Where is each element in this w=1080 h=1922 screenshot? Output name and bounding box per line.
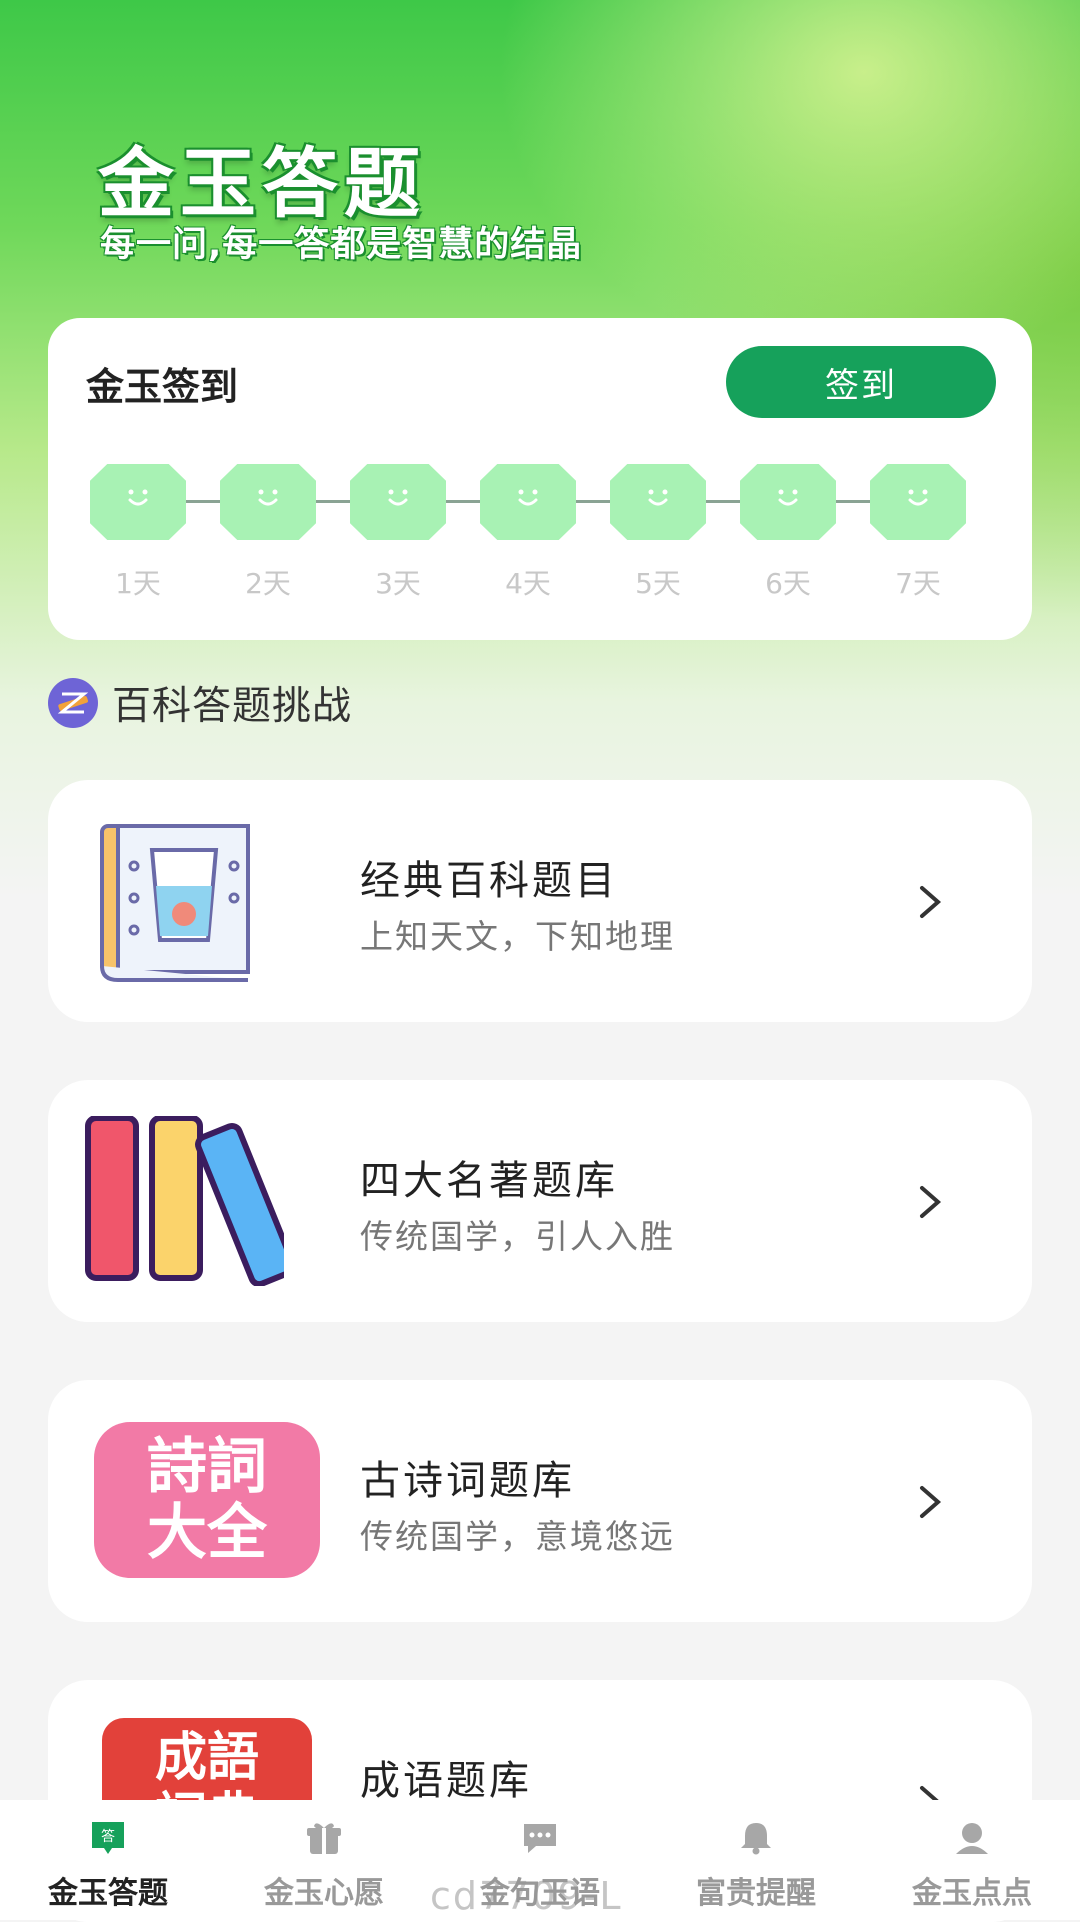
quiz-title: 古诗词题库	[360, 1458, 575, 1504]
day-label: 3天	[375, 567, 421, 600]
checkin-title: 金玉签到	[86, 365, 239, 409]
tab-label: 金玉答题	[48, 1876, 168, 1911]
day-label: 7天	[895, 567, 941, 600]
quiz-card-poetry[interactable]: 詩詞 大全 古诗词题库 传统国学，意境悠远	[48, 1380, 1032, 1622]
day-label: 1天	[115, 567, 161, 600]
pencil-badge-icon	[48, 678, 98, 728]
day-badge-4	[480, 464, 576, 540]
checkin-card: 金玉签到 签到 1天 2天 3天 4天 5天 6天 7天	[48, 318, 1032, 640]
tab-label: 金玉心愿	[264, 1876, 384, 1911]
answer-icon: 答	[92, 1822, 124, 1854]
gift-icon	[307, 1823, 341, 1854]
day-badge-2	[220, 464, 316, 540]
thumb-line: 成語	[154, 1727, 259, 1788]
tab-label: 富贵提醒	[696, 1876, 816, 1911]
quiz-desc: 传统国学，意境悠远	[360, 1517, 675, 1556]
section-title: 百科答题挑战	[112, 684, 353, 729]
quiz-card-classics[interactable]: 四大名著题库 传统国学，引人入胜	[48, 1080, 1032, 1322]
checkin-button[interactable]: 签到	[726, 346, 996, 418]
day-badge-7	[870, 464, 966, 540]
tab-wish[interactable]: 金玉心愿	[216, 1800, 432, 1920]
chat-icon	[524, 1824, 556, 1853]
profile-icon	[956, 1823, 988, 1854]
smile-icon	[258, 489, 278, 506]
day-badge-6	[740, 464, 836, 540]
quiz-desc: 上知天文，下知地理	[360, 917, 675, 956]
day-badge-1	[90, 464, 186, 540]
chevron-right-icon	[920, 1486, 942, 1518]
thumb-line: 大全	[147, 1498, 267, 1568]
day-label: 6天	[765, 567, 811, 600]
day-label: 5天	[635, 567, 681, 600]
svg-text:答: 答	[101, 1828, 115, 1845]
day-label: 2天	[245, 567, 291, 600]
quiz-title: 经典百科题目	[360, 858, 618, 904]
quiz-card-encyclopedia[interactable]: 经典百科题目 上知天文，下知地理	[48, 780, 1032, 1022]
day-badge-3	[350, 464, 446, 540]
smile-icon	[778, 489, 798, 506]
poetry-icon: 詩詞 大全	[94, 1422, 320, 1578]
thumb-line: 詩詞	[147, 1432, 267, 1502]
bell-icon	[741, 1823, 771, 1855]
day-label: 4天	[505, 567, 551, 600]
quiz-title: 四大名著题库	[360, 1158, 618, 1204]
tab-label: 金玉点点	[912, 1876, 1032, 1911]
smile-icon	[518, 489, 538, 506]
day-badge-5	[610, 464, 706, 540]
build-tag: cd7709-L	[430, 1874, 623, 1918]
quiz-title: 成语题库	[360, 1758, 532, 1804]
smile-icon	[908, 489, 928, 506]
chevron-right-icon	[920, 886, 942, 918]
section-header: 百科答题挑战	[48, 678, 353, 729]
tab-reminder[interactable]: 富贵提醒	[648, 1800, 864, 1920]
app-subtitle: 每一问,每一答都是智慧的结晶	[100, 225, 583, 265]
tab-profile[interactable]: 金玉点点	[864, 1800, 1080, 1920]
quiz-desc: 传统国学，引人入胜	[360, 1217, 675, 1256]
chevron-right-icon	[920, 1186, 942, 1218]
book-icon	[100, 824, 250, 982]
tab-answer[interactable]: 答 金玉答题	[0, 1800, 216, 1920]
smile-icon	[388, 489, 408, 506]
books-icon	[85, 1116, 284, 1286]
smile-icon	[128, 489, 148, 506]
smile-icon	[648, 489, 668, 506]
